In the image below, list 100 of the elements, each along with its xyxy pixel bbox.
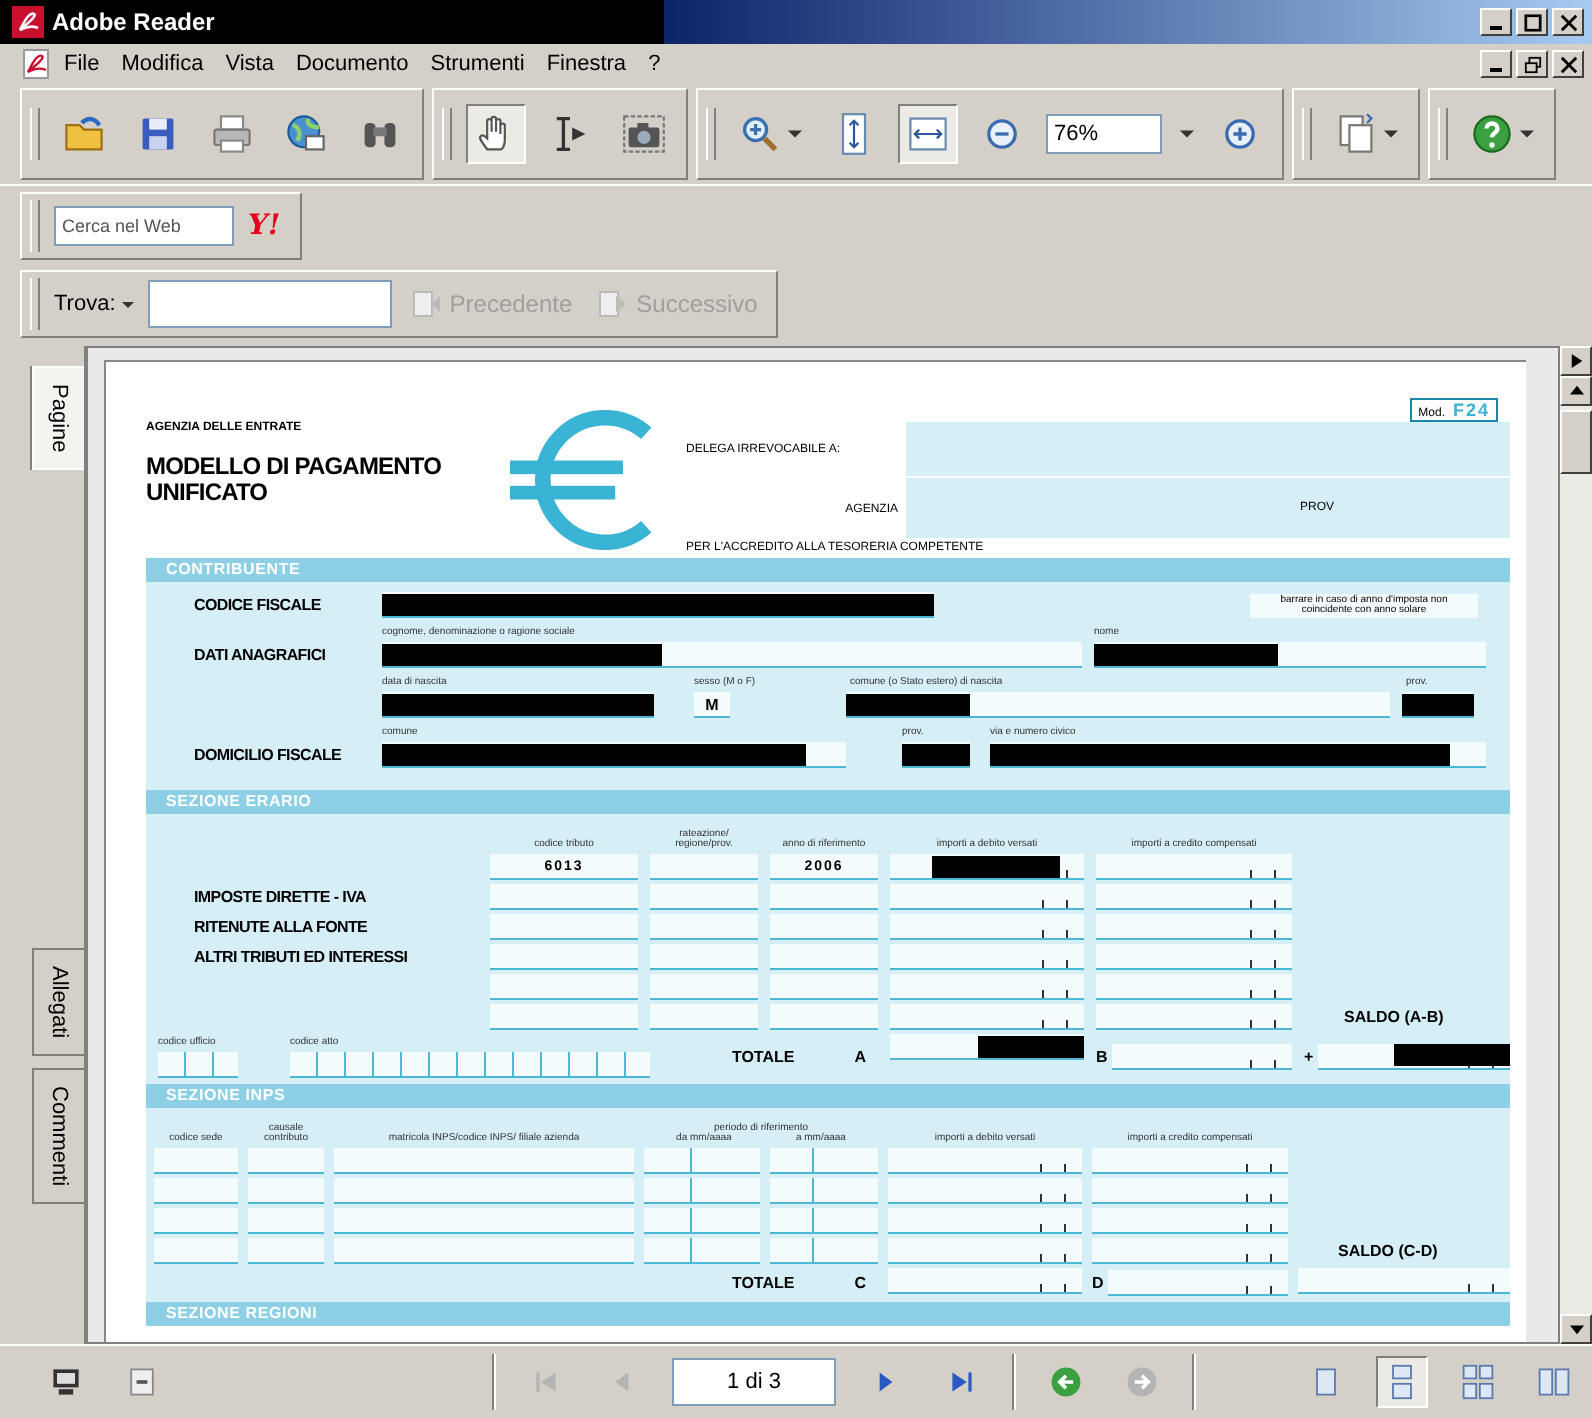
menu-item[interactable]: File: [64, 50, 112, 78]
zoom-field[interactable]: 76%: [1046, 114, 1162, 154]
page-number-field[interactable]: 1 di 3: [672, 1358, 836, 1406]
caret-icon: [121, 301, 134, 307]
magnifier-icon: [738, 112, 782, 156]
form-field: [770, 1208, 878, 1234]
previous-page-icon: [411, 288, 444, 320]
form-field: [644, 1208, 760, 1234]
app-icon: [12, 6, 44, 38]
pdf-document-icon: [20, 48, 52, 80]
total-letter: B: [1096, 1047, 1108, 1065]
fit-width-button[interactable]: [898, 104, 958, 164]
total-label: TOTALE: [731, 1273, 795, 1291]
form-field: [644, 1178, 760, 1204]
menu-item[interactable]: ?: [648, 50, 673, 78]
menu-item[interactable]: Strumenti: [430, 50, 537, 78]
total-label: TOTALE: [731, 1047, 795, 1065]
continuous-button[interactable]: [1376, 1356, 1428, 1408]
folder-icon: [62, 112, 106, 156]
maximize-button[interactable]: [1516, 8, 1548, 36]
next-page-icon: [598, 288, 631, 320]
redaction-bar: [1394, 1044, 1510, 1066]
hand-tool-button[interactable]: [466, 104, 526, 164]
caret-icon: [1179, 130, 1193, 138]
row-label: RITENUTE ALLA FONTE: [192, 918, 370, 936]
form-field: [770, 944, 878, 970]
scroll-up-button[interactable]: [1560, 376, 1592, 406]
row-label: ALTRI TRIBUTI ED INTERESSI: [192, 948, 410, 966]
camera-icon: [622, 112, 666, 156]
form-field: [154, 1148, 238, 1174]
redaction-bar: [846, 693, 970, 715]
form-field: [770, 914, 878, 940]
balance-label: SALDO (A-B): [1342, 1008, 1446, 1026]
window-title: Adobe Reader: [52, 8, 215, 36]
total-letter: C: [854, 1273, 866, 1291]
redaction-bar: [931, 855, 1060, 877]
form-field: [154, 1178, 238, 1204]
row-label: IMPOSTE DIRETTE - IVA: [192, 888, 369, 906]
find-field[interactable]: [147, 280, 392, 328]
menu-item[interactable]: Documento: [295, 50, 421, 78]
close-icon: [1559, 55, 1577, 73]
form-field: [154, 1208, 238, 1234]
menu-item[interactable]: Vista: [225, 50, 286, 78]
section-heading: SEZIONE INPS: [146, 1084, 1510, 1108]
total-letter: D: [1092, 1273, 1104, 1291]
close-icon: [1559, 13, 1577, 31]
monitor-icon: [48, 1364, 84, 1400]
form-field: [248, 1178, 324, 1204]
scrollbar-thumb[interactable]: [1560, 410, 1592, 474]
form-field: [248, 1238, 324, 1264]
printer-icon: [210, 112, 254, 156]
side-tab[interactable]: Allegati: [32, 947, 84, 1056]
field-label: DOMICILIO FISCALE: [192, 746, 344, 764]
side-tab[interactable]: Commenti: [32, 1067, 84, 1204]
form-field: M: [694, 692, 730, 718]
panel-toggle-button[interactable]: [1560, 346, 1592, 376]
form-field: [770, 1148, 878, 1174]
section-heading: CONTRIBUENTE: [146, 558, 1510, 582]
side-tab[interactable]: Pagine: [32, 366, 84, 471]
arrow-up-icon: [1569, 384, 1583, 398]
form-field: [650, 974, 758, 1000]
form-title: MODELLO DI PAGAMENTO UNIFICATO: [146, 454, 444, 507]
minimize-button[interactable]: [1480, 8, 1512, 36]
globe-icon: [284, 112, 328, 156]
minimize-document-button[interactable]: [1480, 50, 1512, 78]
field-label: CODICE FISCALE: [192, 596, 323, 614]
sign-mark: +: [1304, 1047, 1314, 1065]
redaction-bar: [977, 1035, 1084, 1057]
minimize-icon: [1490, 68, 1502, 72]
help-icon: [1470, 112, 1514, 156]
last-page-icon: [946, 1366, 978, 1398]
scroll-down-button[interactable]: [1560, 1314, 1592, 1344]
model-code: F24: [1452, 400, 1490, 420]
restore-document-button[interactable]: [1516, 50, 1548, 78]
form-field: [650, 914, 758, 940]
minimize-icon: [1490, 26, 1502, 30]
close-button[interactable]: [1552, 8, 1584, 36]
field-label: DATI ANAGRAFICI: [192, 646, 328, 664]
fit-width-icon: [906, 112, 950, 156]
menu-item[interactable]: Finestra: [546, 50, 639, 78]
form-field: [650, 1004, 758, 1030]
restore-icon: [1523, 55, 1541, 73]
web-search-field[interactable]: Cerca nel Web: [54, 206, 234, 246]
form-field: [248, 1148, 324, 1174]
form-field: [770, 1004, 878, 1030]
page-icon: [124, 1364, 160, 1400]
first-page-icon: [530, 1366, 562, 1398]
maximize-icon: [1523, 13, 1541, 31]
find-options-button[interactable]: Trova:: [54, 292, 134, 316]
form-field: [770, 974, 878, 1000]
form-field: [770, 884, 878, 910]
facing-pages-icon: [1536, 1364, 1572, 1400]
close-document-button[interactable]: [1552, 50, 1584, 78]
form-field: [650, 884, 758, 910]
section-heading: SEZIONE REGIONI: [146, 1302, 1510, 1326]
form-field: [154, 1238, 238, 1264]
form-field: [644, 1238, 760, 1264]
menu-item[interactable]: Modifica: [121, 50, 216, 78]
pages-icon: [1334, 112, 1378, 156]
facing-grid-icon: [1460, 1364, 1496, 1400]
